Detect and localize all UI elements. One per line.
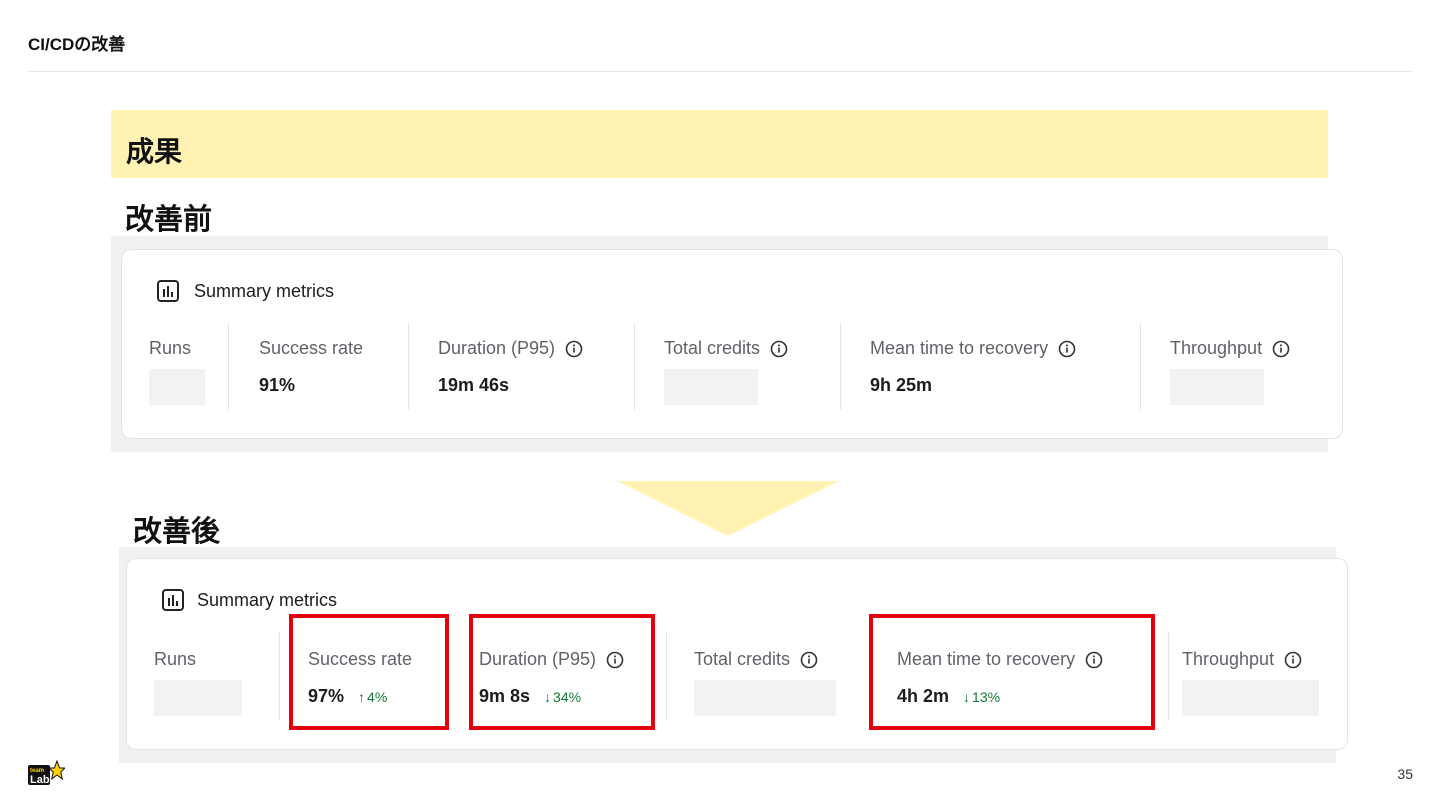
info-icon[interactable] xyxy=(800,651,818,669)
info-icon[interactable] xyxy=(1272,340,1290,358)
card-title: Summary metrics xyxy=(197,589,338,610)
metric-label-row: Duration (P95) xyxy=(438,338,583,359)
svg-text:Lab: Lab xyxy=(30,774,50,786)
before-label: 改善前 xyxy=(125,204,213,236)
metric-label: Duration (P95) xyxy=(438,338,556,358)
card-header: Summary metrics xyxy=(161,588,337,612)
metric-value: 9h 25m xyxy=(870,375,933,395)
metric-value: 19m 46s xyxy=(438,375,510,395)
metric-label: Total credits xyxy=(694,649,791,669)
value-placeholder xyxy=(1170,369,1264,405)
metric-label: Runs xyxy=(149,338,192,358)
title-divider xyxy=(28,71,1412,72)
metric-label-row: Total credits xyxy=(694,649,836,670)
result-banner: 成果 xyxy=(111,110,1328,178)
highlight-duration xyxy=(469,614,655,730)
value-placeholder xyxy=(694,680,836,716)
metric-total-credits: Total credits xyxy=(664,338,788,405)
metric-success-rate: Success rate 91% xyxy=(259,338,363,396)
highlight-mttr xyxy=(869,614,1155,730)
metric-duration: Duration (P95) 19m 46s xyxy=(438,338,583,396)
metric-divider xyxy=(634,324,635,410)
metric-divider xyxy=(228,324,229,410)
metric-divider xyxy=(408,324,409,410)
value-placeholder xyxy=(154,680,242,716)
metric-label: Success rate xyxy=(259,338,364,358)
metric-divider xyxy=(840,324,841,410)
metric-label: Throughput xyxy=(1170,338,1263,358)
metric-label: Throughput xyxy=(1182,649,1275,669)
metric-divider xyxy=(1140,324,1141,410)
metric-throughput: Throughput xyxy=(1182,649,1319,716)
metric-label-row: Total credits xyxy=(664,338,788,359)
metric-divider xyxy=(1168,633,1169,721)
metric-total-credits: Total credits xyxy=(694,649,836,716)
after-label: 改善後 xyxy=(133,516,221,548)
metric-mttr: Mean time to recovery 9h 25m xyxy=(870,338,1076,396)
metric-label-row: Throughput xyxy=(1170,338,1290,359)
before-summary-card: Summary metrics Runs Success rate 91% Du… xyxy=(121,249,1343,439)
bar-chart-icon xyxy=(162,589,184,611)
info-icon[interactable] xyxy=(1058,340,1076,358)
value-placeholder xyxy=(1182,680,1319,716)
metric-runs: Runs xyxy=(154,649,242,716)
value-placeholder xyxy=(149,369,205,405)
down-arrow-indicator xyxy=(617,481,839,536)
slide-title: CI/CDの改善 xyxy=(28,35,126,54)
metric-divider xyxy=(279,633,280,721)
team-lab-logo: team Lab xyxy=(28,759,65,786)
metric-throughput: Throughput xyxy=(1170,338,1290,405)
metric-value: 91% xyxy=(259,375,296,395)
highlight-success-rate xyxy=(289,614,449,730)
card-header: Summary metrics xyxy=(156,279,334,303)
metric-label: Total credits xyxy=(664,338,761,358)
info-icon[interactable] xyxy=(1284,651,1302,669)
metric-label-row: Throughput xyxy=(1182,649,1319,670)
info-icon[interactable] xyxy=(770,340,788,358)
info-icon[interactable] xyxy=(565,340,583,358)
page-number: 35 xyxy=(1397,766,1413,782)
value-placeholder xyxy=(664,369,758,405)
metric-label: Runs xyxy=(154,649,197,669)
bar-chart-icon xyxy=(157,280,179,302)
metric-runs: Runs xyxy=(149,338,205,405)
metric-label: Mean time to recovery xyxy=(870,338,1049,358)
metric-divider xyxy=(666,633,667,721)
card-title: Summary metrics xyxy=(194,280,335,301)
metric-label-row: Mean time to recovery xyxy=(870,338,1076,359)
result-banner-label: 成果 xyxy=(126,136,183,167)
